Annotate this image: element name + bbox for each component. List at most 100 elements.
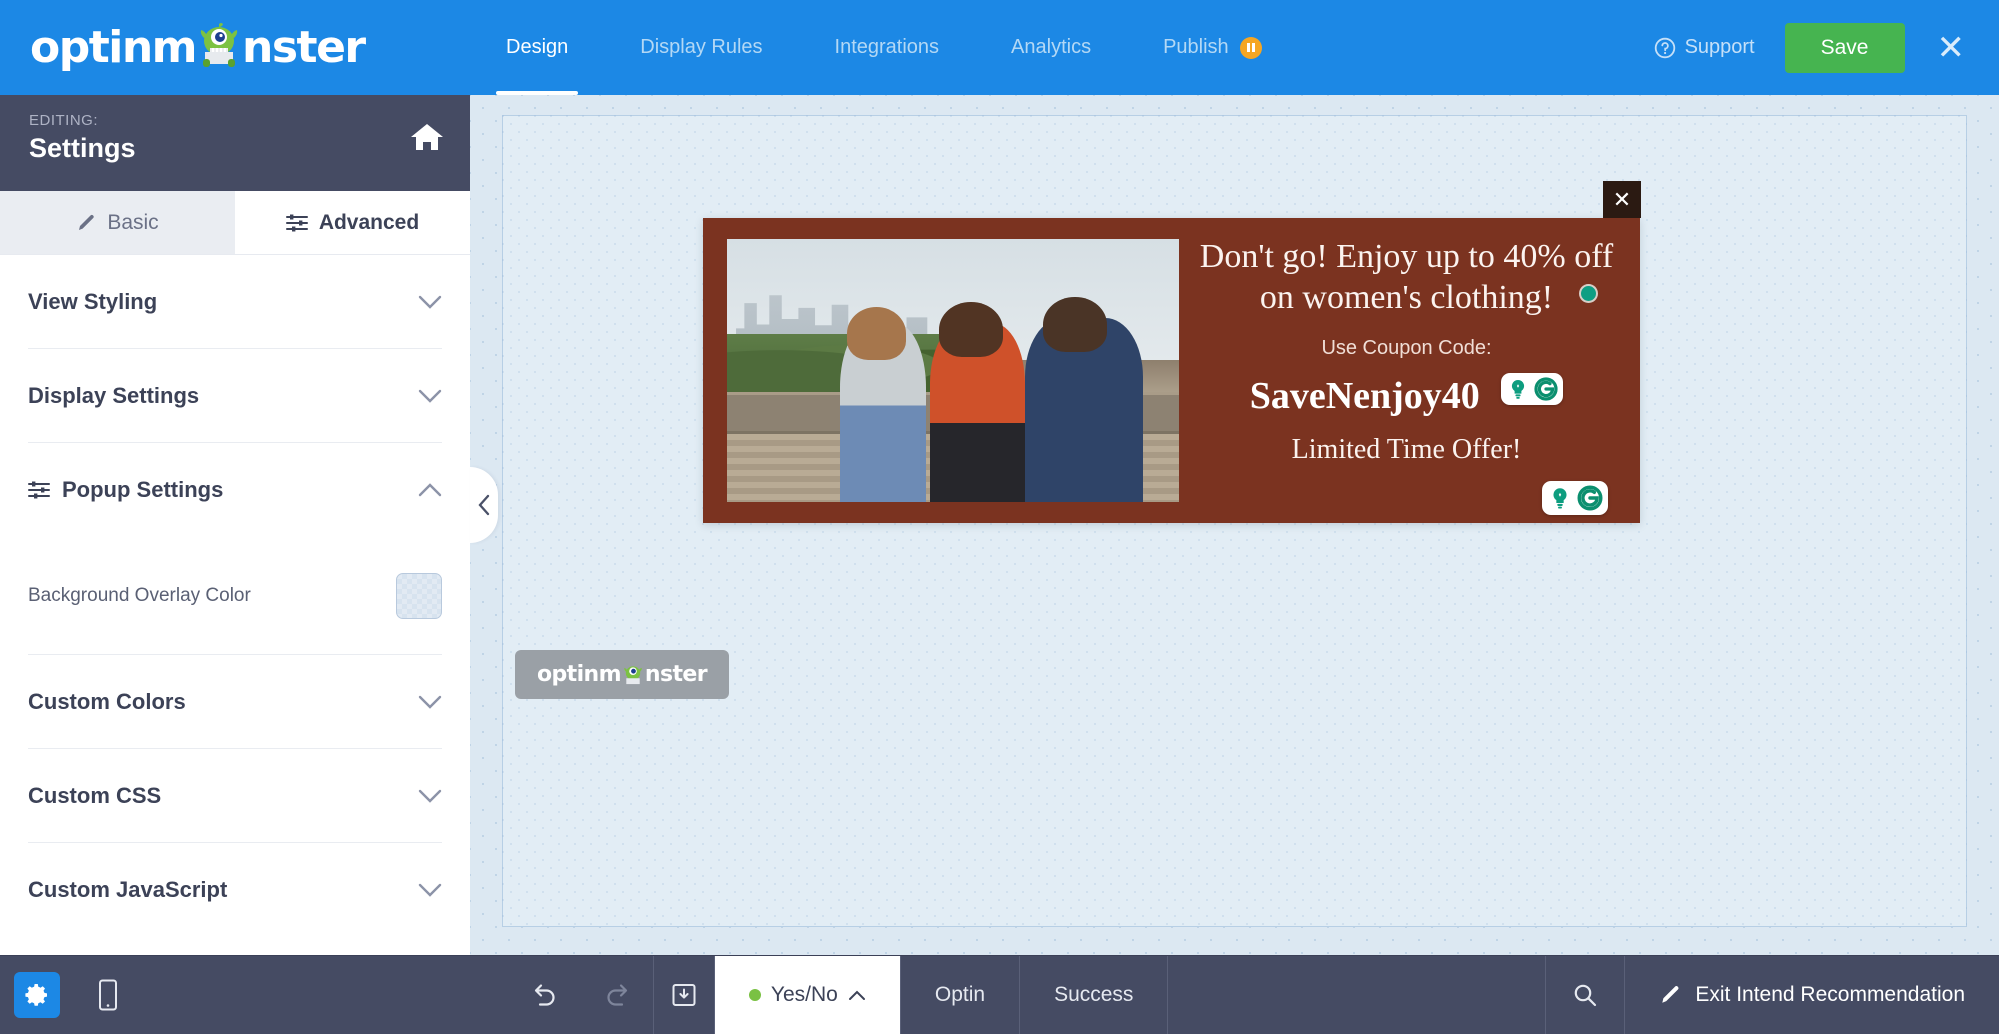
watermark-text-post: nster <box>644 662 708 687</box>
tab-display-rules[interactable]: Display Rules <box>604 0 798 95</box>
tab-analytics[interactable]: Analytics <box>975 0 1127 95</box>
header-actions: Support Save ✕ <box>1634 0 1999 95</box>
popup-headline[interactable]: Don't go! Enjoy up to 40% off on women's… <box>1193 236 1620 319</box>
exit-intend-recommendation-label: Exit Intend Recommendation <box>1695 983 1966 1006</box>
tab-design[interactable]: Design <box>470 0 604 95</box>
popup-coupon-code-text: SaveNenjoy40 <box>1249 374 1480 417</box>
chevron-down-icon <box>418 883 442 897</box>
chevron-down-icon <box>418 695 442 709</box>
popup-preview[interactable]: ✕ Don't go! Enjoy up to 40% off on women… <box>703 181 1641 523</box>
save-button[interactable]: Save <box>1784 22 1905 73</box>
popup-note[interactable]: Limited Time Offer! <box>1292 434 1522 466</box>
watermark-text-pre: optinm <box>537 662 622 687</box>
popup-subtext[interactable]: Use Coupon Code: <box>1321 337 1491 360</box>
accordion-custom-javascript[interactable]: Custom JavaScript <box>28 843 442 937</box>
sidebar-tab-advanced[interactable]: Advanced <box>235 191 470 254</box>
accordion-display-settings[interactable]: Display Settings <box>28 349 442 443</box>
pencil-icon <box>76 213 96 233</box>
tab-integrations[interactable]: Integrations <box>799 0 976 95</box>
sliders-icon <box>285 213 308 233</box>
top-header-bar: optinm nster Design Display Rules Integr… <box>0 0 1999 95</box>
brand-text-pre: optinm <box>30 22 198 73</box>
tab-publish-label: Publish <box>1163 36 1229 58</box>
settings-sidebar: EDITING: Settings Basic Advanced View St… <box>0 95 470 955</box>
bottom-toolbar: Yes/No Optin Success Exit Intend Recomme… <box>0 955 1999 1034</box>
chevron-left-icon <box>477 494 491 516</box>
accordion-custom-colors[interactable]: Custom Colors <box>28 655 442 749</box>
brand-text-post: nster <box>242 22 366 73</box>
accordion-display-settings-label: Display Settings <box>28 382 200 408</box>
close-builder-button[interactable]: ✕ <box>1923 31 1980 65</box>
chevron-down-icon <box>418 389 442 403</box>
popup-coupon-code[interactable]: SaveNenjoy40 <box>1249 372 1564 418</box>
grammarly-icon[interactable] <box>1533 376 1559 402</box>
sidebar-header: EDITING: Settings <box>0 95 470 191</box>
tab-analytics-label: Analytics <box>1011 36 1092 58</box>
chevron-up-icon <box>418 483 442 497</box>
exit-intend-recommendation-button[interactable]: Exit Intend Recommendation <box>1625 956 1999 1034</box>
mobile-preview-icon[interactable] <box>84 979 132 1011</box>
search-icon[interactable] <box>1546 956 1624 1034</box>
background-overlay-color-label: Background Overlay Color <box>28 584 251 606</box>
sidebar-tab-basic[interactable]: Basic <box>0 191 235 254</box>
tab-display-rules-label: Display Rules <box>640 36 763 58</box>
monster-mascot-icon <box>621 664 645 686</box>
grammarly-inline-widget[interactable] <box>1501 372 1564 405</box>
chevron-down-icon <box>418 789 442 803</box>
accordion-popup-settings[interactable]: Popup Settings <box>28 443 442 537</box>
accordion-view-styling[interactable]: View Styling <box>28 255 442 349</box>
tab-design-label: Design <box>506 36 569 58</box>
popup-image[interactable] <box>727 239 1179 502</box>
background-overlay-color-swatch[interactable] <box>396 572 442 619</box>
editing-title: Settings <box>29 133 136 163</box>
brand-logo[interactable]: optinm nster <box>0 0 470 95</box>
accordion-view-styling-label: View Styling <box>28 288 158 314</box>
builder-body: EDITING: Settings Basic Advanced View St… <box>0 95 1999 955</box>
popup-content: Don't go! Enjoy up to 40% off on women's… <box>1179 218 1640 523</box>
pause-badge-icon <box>1239 36 1262 59</box>
optinmonster-campaign-builder: optinm nster Design Display Rules Integr… <box>0 0 1999 1034</box>
view-tab-yes-no[interactable]: Yes/No <box>714 956 900 1034</box>
save-template-icon[interactable] <box>654 956 714 1034</box>
help-circle-icon <box>1654 37 1676 59</box>
accordion-custom-css-label: Custom CSS <box>28 782 162 808</box>
chevron-up-icon <box>848 990 866 1001</box>
chevron-down-icon <box>418 295 442 309</box>
sliders-icon <box>28 480 50 500</box>
view-status-dot <box>748 989 761 1001</box>
undo-icon[interactable] <box>509 956 581 1034</box>
support-label: Support <box>1684 36 1755 58</box>
tab-publish[interactable]: Publish <box>1127 0 1298 95</box>
tab-integrations-label: Integrations <box>834 36 940 58</box>
campaign-preview-canvas: ✕ Don't go! Enjoy up to 40% off on women… <box>470 95 1999 955</box>
gear-icon[interactable] <box>14 972 60 1018</box>
main-nav-tabs: Design Display Rules Integrations Analyt… <box>470 0 1298 95</box>
grammarly-icon[interactable] <box>1576 484 1604 512</box>
monster-mascot-icon <box>196 22 242 70</box>
popup-close-button[interactable]: ✕ <box>1603 181 1641 218</box>
accordion-custom-css[interactable]: Custom CSS <box>28 749 442 843</box>
grammarly-floating-widget[interactable] <box>1542 481 1608 515</box>
optinmonster-watermark-badge[interactable]: optinm nster <box>515 650 729 699</box>
view-tab-yes-no-label: Yes/No <box>770 983 838 1006</box>
editing-eyebrow: EDITING: <box>29 112 99 129</box>
pencil-icon <box>1659 984 1681 1006</box>
accordion-custom-colors-label: Custom Colors <box>28 688 186 714</box>
view-tab-success-label: Success <box>1054 983 1134 1006</box>
accordion-custom-javascript-label: Custom JavaScript <box>28 877 228 902</box>
view-tab-optin-label: Optin <box>934 983 986 1006</box>
lightbulb-icon[interactable] <box>1505 376 1531 402</box>
accordion-popup-settings-label: Popup Settings <box>62 477 224 502</box>
home-icon[interactable] <box>410 122 444 152</box>
settings-group <box>0 956 132 1034</box>
status-dot <box>1581 286 1596 301</box>
support-button[interactable]: Support <box>1634 36 1775 59</box>
lightbulb-icon[interactable] <box>1546 484 1574 512</box>
settings-accordion: View Styling Display Settings Popup Sett… <box>0 255 470 937</box>
sidebar-segment-tabs: Basic Advanced <box>0 191 470 255</box>
sidebar-tab-advanced-label: Advanced <box>318 210 420 234</box>
view-tab-success[interactable]: Success <box>1020 956 1167 1034</box>
redo-icon[interactable] <box>581 956 653 1034</box>
view-tab-optin[interactable]: Optin <box>901 956 1019 1034</box>
sidebar-tab-basic-label: Basic <box>107 210 159 234</box>
